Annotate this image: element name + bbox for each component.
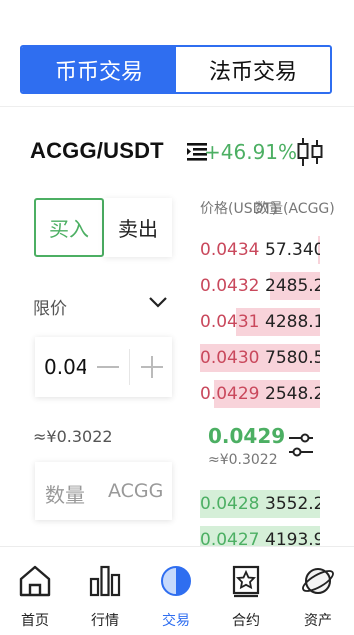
order-type-select[interactable]: 限价 bbox=[33, 294, 67, 319]
bid-amount: 3552.2 bbox=[265, 494, 320, 514]
price-cny-estimate: ≈¥0.3022 bbox=[33, 427, 113, 446]
amount-unit: ACGG bbox=[108, 480, 164, 502]
ask-amount: 4288.1 bbox=[265, 312, 320, 332]
ask-amount: 2548.2 bbox=[265, 384, 320, 404]
ask-price: 0.0432 bbox=[200, 276, 260, 296]
ask-price: 0.0434 bbox=[200, 240, 260, 260]
header-divider bbox=[0, 106, 354, 107]
ask-row[interactable]: 0.0431 4288.1 bbox=[200, 308, 320, 336]
last-price[interactable]: 0.0429 bbox=[208, 424, 285, 448]
kline-chart-icon[interactable] bbox=[296, 136, 324, 168]
bid-price: 0.0428 bbox=[200, 494, 260, 514]
ask-price: 0.0431 bbox=[200, 312, 260, 332]
sell-tab-button[interactable]: 卖出 bbox=[104, 198, 172, 257]
nav-label-market: 行情 bbox=[91, 613, 119, 629]
nav-assets[interactable]: 资产 bbox=[283, 547, 353, 635]
trade-type-tabs: 币币交易 法币交易 bbox=[20, 45, 332, 94]
stepper-divider bbox=[129, 349, 130, 385]
nav-market[interactable]: 行情 bbox=[70, 547, 140, 635]
ask-price: 0.0429 bbox=[200, 384, 260, 404]
nav-label-trade: 交易 bbox=[162, 613, 190, 629]
chevron-down-icon[interactable] bbox=[147, 294, 169, 310]
nav-label-contract: 合约 bbox=[232, 613, 260, 629]
price-input[interactable]: 0.0429 bbox=[35, 337, 172, 397]
ask-row[interactable]: 0.0434 57.340 bbox=[200, 236, 320, 264]
ask-amount: 7580.5 bbox=[265, 348, 320, 368]
ask-row[interactable]: 0.0432 2485.2 bbox=[200, 272, 320, 300]
ask-amount: 2485.2 bbox=[265, 276, 320, 296]
nav-trade[interactable]: 交易 bbox=[141, 547, 211, 635]
trading-pair-title[interactable]: ACGG/USDT bbox=[30, 138, 164, 164]
last-price-cny: ≈¥0.3022 bbox=[208, 452, 278, 468]
contract-icon bbox=[232, 565, 260, 598]
buy-tab-button[interactable]: 买入 bbox=[34, 198, 104, 257]
nav-label-assets: 资产 bbox=[304, 613, 332, 629]
nav-home[interactable]: 首页 bbox=[0, 547, 70, 635]
tab-fiat-trading[interactable]: 法币交易 bbox=[176, 47, 330, 92]
trade-pie-icon bbox=[161, 566, 191, 596]
bottom-nav: 首页 行情 交易 合约 资产 bbox=[0, 546, 354, 635]
depth-settings-icon[interactable] bbox=[287, 430, 315, 460]
ask-row[interactable]: 0.0429 2548.2 bbox=[200, 380, 320, 408]
nav-contract[interactable]: 合约 bbox=[211, 547, 281, 635]
increase-price-icon[interactable] bbox=[137, 347, 167, 387]
amount-input[interactable]: 数量 ACGG bbox=[35, 462, 172, 520]
tab-spot-trading[interactable]: 币币交易 bbox=[22, 47, 176, 92]
bid-row[interactable]: 0.0428 3552.2 bbox=[200, 490, 320, 518]
orderbook-amount-header: 数量(ACGG) bbox=[255, 201, 335, 217]
price-change-percent: +46.91% bbox=[204, 140, 298, 164]
ask-price: 0.0430 bbox=[200, 348, 260, 368]
price-input-value[interactable]: 0.0429 bbox=[44, 355, 86, 379]
amount-placeholder: 数量 bbox=[45, 483, 85, 507]
planet-icon bbox=[302, 568, 334, 594]
nav-label-home: 首页 bbox=[21, 613, 49, 629]
ask-row[interactable]: 0.0430 7580.5 bbox=[200, 344, 320, 372]
ask-amount: 57.340 bbox=[265, 240, 320, 260]
decrease-price-icon[interactable] bbox=[93, 347, 123, 387]
chart-bars-icon bbox=[89, 565, 121, 597]
home-icon bbox=[19, 565, 51, 597]
